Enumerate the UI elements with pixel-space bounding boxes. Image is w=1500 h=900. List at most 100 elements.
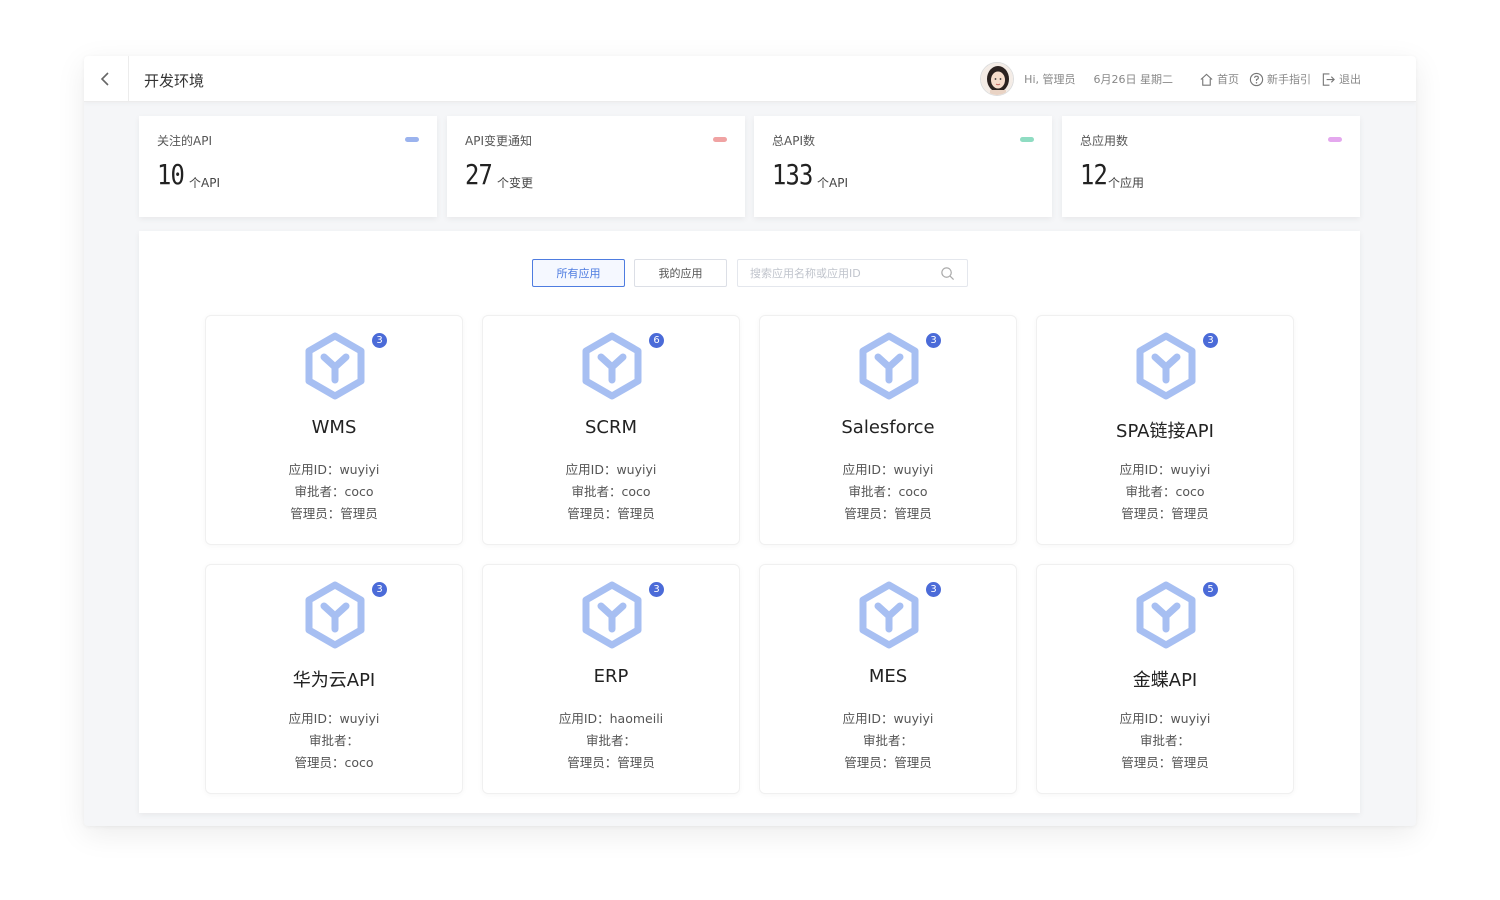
app-hexagon-icon bbox=[305, 581, 365, 649]
stat-label: 总应用数 bbox=[1080, 134, 1129, 148]
app-hexagon-icon bbox=[1136, 581, 1196, 649]
filter-my-apps-button[interactable]: 我的应用 bbox=[634, 259, 727, 287]
app-admin: 管理员：管理员 bbox=[844, 755, 932, 770]
stat-indicator bbox=[713, 137, 727, 142]
stat-value: 12 bbox=[1080, 158, 1108, 191]
app-name: ERP bbox=[593, 666, 629, 687]
app-name: SPA链接API bbox=[1116, 421, 1214, 442]
app-badge: 3 bbox=[926, 333, 941, 348]
app-admin: 管理员：管理员 bbox=[1121, 755, 1209, 770]
search-icon[interactable] bbox=[940, 266, 955, 281]
app-badge: 5 bbox=[1203, 582, 1218, 597]
filter-bar: 所有应用 我的应用 bbox=[532, 259, 968, 287]
app-card-mes[interactable]: 3 MES 应用ID：wuyiyi 审批者： 管理员：管理员 bbox=[759, 564, 1017, 794]
stat-card-total-apis[interactable]: 总API数 133 个API bbox=[754, 116, 1052, 217]
date-text: 6月26日 星期二 bbox=[1093, 73, 1174, 86]
app-badge: 3 bbox=[926, 582, 941, 597]
app-approver: 审批者： bbox=[1139, 733, 1190, 748]
app-hexagon-icon bbox=[582, 332, 642, 400]
environment-title: 开发环境 bbox=[144, 72, 205, 90]
stat-card-api-changes[interactable]: API变更通知 27 个变更 bbox=[447, 116, 745, 217]
app-hexagon-icon bbox=[1136, 332, 1196, 400]
app-admin: 管理员：coco bbox=[294, 755, 374, 770]
app-hexagon-icon bbox=[859, 332, 919, 400]
app-window: 开发环境 Hi, 管理员 6月26日 星期二 首页 新手指引 退出 关注的API… bbox=[84, 56, 1416, 826]
stat-unit: 个API bbox=[189, 176, 220, 190]
stat-unit: 个变更 bbox=[497, 176, 534, 190]
app-id: 应用ID：wuyiyi bbox=[842, 462, 934, 477]
stat-unit: 个应用 bbox=[1108, 176, 1145, 190]
app-card-scrm[interactable]: 6 SCRM 应用ID：wuyiyi 审批者：coco 管理员：管理员 bbox=[482, 315, 740, 545]
avatar-portrait-icon bbox=[981, 63, 1014, 95]
stat-indicator bbox=[405, 137, 419, 142]
home-link[interactable]: 首页 bbox=[1199, 71, 1239, 87]
app-approver: 审批者：coco bbox=[571, 484, 651, 499]
apps-panel: 所有应用 我的应用 3 WMS 应用ID：wuyiyi 审批者：coco 管理员… bbox=[139, 231, 1360, 813]
stat-indicator bbox=[1328, 137, 1342, 142]
stat-indicator bbox=[1020, 137, 1034, 142]
app-approver: 审批者： bbox=[308, 733, 359, 748]
app-approver: 审批者：coco bbox=[848, 484, 928, 499]
app-hexagon-icon bbox=[305, 332, 365, 400]
stat-label: 总API数 bbox=[772, 134, 815, 148]
user-area: Hi, 管理员 6月26日 星期二 首页 新手指引 退出 bbox=[980, 56, 1416, 102]
app-admin: 管理员：管理员 bbox=[567, 506, 655, 521]
logout-link[interactable]: 退出 bbox=[1321, 71, 1361, 87]
app-approver: 审批者：coco bbox=[294, 484, 374, 499]
app-badge: 3 bbox=[372, 333, 387, 348]
home-icon bbox=[1200, 73, 1213, 86]
greeting-text: Hi, 管理员 bbox=[1024, 73, 1076, 86]
back-button[interactable] bbox=[84, 56, 129, 102]
app-hexagon-icon bbox=[582, 581, 642, 649]
app-admin: 管理员：管理员 bbox=[844, 506, 932, 521]
chevron-left-icon bbox=[100, 72, 109, 86]
app-badge: 6 bbox=[649, 333, 664, 348]
app-id: 应用ID：wuyiyi bbox=[1119, 462, 1211, 477]
app-name: MES bbox=[868, 666, 908, 687]
app-admin: 管理员：管理员 bbox=[290, 506, 378, 521]
app-approver: 审批者： bbox=[585, 733, 636, 748]
stat-value: 10 bbox=[157, 158, 185, 191]
help-circle-icon bbox=[1249, 72, 1264, 86]
app-hexagon-icon bbox=[859, 581, 919, 649]
app-name: 金蝶API bbox=[1132, 670, 1198, 691]
guide-label: 新手指引 bbox=[1267, 73, 1311, 86]
app-name: WMS bbox=[311, 417, 357, 438]
app-badge: 3 bbox=[649, 582, 664, 597]
app-id: 应用ID：wuyiyi bbox=[565, 462, 657, 477]
app-approver: 审批者： bbox=[862, 733, 913, 748]
top-header: 开发环境 Hi, 管理员 6月26日 星期二 首页 新手指引 退出 bbox=[84, 56, 1416, 102]
app-id: 应用ID：wuyiyi bbox=[842, 711, 934, 726]
app-card-spa-link-api[interactable]: 3 SPA链接API 应用ID：wuyiyi 审批者：coco 管理员：管理员 bbox=[1036, 315, 1294, 545]
app-admin: 管理员：管理员 bbox=[567, 755, 655, 770]
stat-label: 关注的API bbox=[157, 134, 212, 148]
stat-value: 27 bbox=[465, 158, 493, 191]
avatar[interactable] bbox=[980, 62, 1015, 96]
app-name: SCRM bbox=[584, 417, 638, 438]
logout-icon bbox=[1322, 72, 1335, 86]
app-card-wms[interactable]: 3 WMS 应用ID：wuyiyi 审批者：coco 管理员：管理员 bbox=[205, 315, 463, 545]
app-card-kingdee-api[interactable]: 5 金蝶API 应用ID：wuyiyi 审批者： 管理员：管理员 bbox=[1036, 564, 1294, 794]
stat-unit: 个API bbox=[817, 176, 848, 190]
app-id: 应用ID：wuyiyi bbox=[1119, 711, 1211, 726]
app-card-huawei-cloud-api[interactable]: 3 华为云API 应用ID：wuyiyi 审批者： 管理员：coco bbox=[205, 564, 463, 794]
stat-value: 133 bbox=[772, 158, 813, 191]
logout-label: 退出 bbox=[1339, 73, 1361, 86]
app-id: 应用ID：wuyiyi bbox=[288, 711, 380, 726]
app-id: 应用ID：haomeili bbox=[558, 711, 664, 726]
filter-all-apps-button[interactable]: 所有应用 bbox=[532, 259, 625, 287]
app-card-salesforce[interactable]: 3 Salesforce 应用ID：wuyiyi 审批者：coco 管理员：管理… bbox=[759, 315, 1017, 545]
app-id: 应用ID：wuyiyi bbox=[288, 462, 380, 477]
search-input[interactable] bbox=[738, 260, 938, 286]
app-badge: 3 bbox=[1203, 333, 1218, 348]
stat-card-followed-apis[interactable]: 关注的API 10 个API bbox=[139, 116, 437, 217]
app-name: Salesforce bbox=[841, 417, 935, 438]
guide-link[interactable]: 新手指引 bbox=[1249, 71, 1311, 87]
app-admin: 管理员：管理员 bbox=[1121, 506, 1209, 521]
app-badge: 3 bbox=[372, 582, 387, 597]
app-card-erp[interactable]: 3 ERP 应用ID：haomeili 审批者： 管理员：管理员 bbox=[482, 564, 740, 794]
app-name: 华为云API bbox=[292, 670, 376, 691]
stat-card-total-apps[interactable]: 总应用数 12 个应用 bbox=[1062, 116, 1360, 217]
stat-label: API变更通知 bbox=[465, 134, 532, 148]
search-box bbox=[737, 259, 968, 287]
